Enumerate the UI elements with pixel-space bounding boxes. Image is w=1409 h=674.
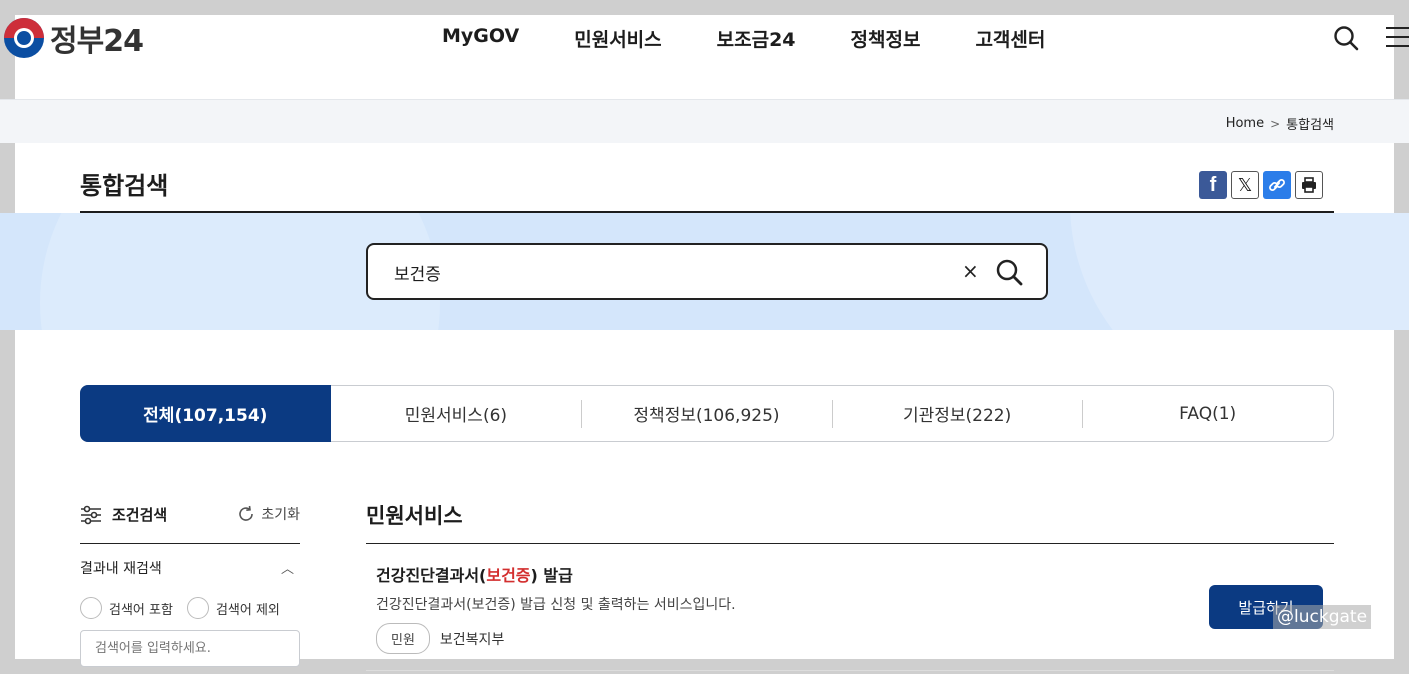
page-title: 통합검색 [80,172,169,200]
link-icon[interactable] [1263,171,1291,199]
taegeuk-logo-icon [4,18,44,58]
nav-customer-center[interactable]: 고객센터 [975,25,1045,52]
nav-mygov[interactable]: MyGOV [442,25,519,52]
filter-sliders-icon [81,505,101,524]
band-decoration [1070,213,1409,330]
nav-civil-service[interactable]: 민원서비스 [574,25,661,52]
filter-header: 조건검색 초기화 [80,504,300,544]
reset-label: 초기화 [261,507,300,523]
include-label: 검색어 포함 [109,602,173,618]
result-description: 건강진단결과서(보건증) 발급 신청 및 출력하는 서비스입니다. [376,597,736,613]
breadcrumb-current: 통합검색 [1286,118,1334,133]
clear-icon[interactable]: × [962,259,979,283]
agency-name: 보건복지부 [439,631,505,648]
refine-search-toggle[interactable]: 결과내 재검색 ︿ [80,558,300,578]
refine-options: 검색어 포함 검색어 제외 [80,597,280,619]
x-twitter-icon[interactable]: 𝕏 [1231,171,1259,199]
filter-title-text: 조건검색 [112,506,168,524]
refine-label: 결과내 재검색 [80,561,162,577]
exclude-radio[interactable] [186,597,209,619]
tab-civil-service[interactable]: 민원서비스(6) [331,386,582,441]
print-icon[interactable] [1295,171,1323,199]
filter-title: 조건검색 [80,504,167,525]
breadcrumb-bar: Home > 통합검색 [0,99,1409,143]
breadcrumb-home[interactable]: Home [1226,116,1264,131]
section-divider [366,543,1334,544]
main-nav: MyGOV 민원서비스 보조금24 정책정보 고객센터 [442,25,1045,52]
result-meta: 민원 보건복지부 [376,623,1334,654]
site-logo[interactable]: 정부24 [4,16,144,60]
nav-subsidy24[interactable]: 보조금24 [717,25,796,52]
result-title[interactable]: 건강진단결과서(보건증) 발급 [376,562,1334,586]
site-header: 정부24 MyGOV 민원서비스 보조금24 정책정보 고객센터 [0,0,1409,100]
chevron-right-icon: > [1270,116,1281,131]
option-include[interactable]: 검색어 포함 [80,597,173,619]
breadcrumb: Home > 통합검색 [1226,114,1334,133]
tab-policy-info[interactable]: 정책정보(106,925) [581,386,832,441]
result-item: 건강진단결과서(보건증) 발급 건강진단결과서(보건증) 발급 신청 및 출력하… [376,562,1334,654]
result-title-part: 건강진단결과서( [376,566,487,585]
facebook-icon[interactable]: f [1199,171,1227,199]
result-title-highlight: 보건증 [486,566,531,585]
tab-all[interactable]: 전체(107,154) [80,385,331,442]
exclude-label: 검색어 제외 [215,602,280,618]
nav-policy-info[interactable]: 정책정보 [851,25,921,52]
search-box: × [366,243,1048,300]
result-divider [366,670,1334,671]
result-title-part: ) 발급 [530,566,573,585]
tab-faq[interactable]: FAQ(1) [1082,386,1333,441]
menu-icon[interactable] [1386,27,1409,49]
include-radio[interactable] [80,597,102,619]
watermark: @luckgate [1273,605,1372,629]
category-badge: 민원 [376,623,430,654]
chevron-up-icon: ︿ [280,562,294,577]
share-buttons: f 𝕏 [1199,171,1323,199]
reset-button[interactable]: 초기화 [237,504,300,524]
search-icon[interactable] [1333,25,1359,51]
option-exclude[interactable]: 검색어 제외 [186,597,280,619]
search-submit-icon[interactable] [995,258,1023,286]
refresh-icon [239,505,254,521]
section-title: 민원서비스 [366,504,463,528]
logo-text: 정부24 [50,24,144,59]
search-input[interactable] [394,259,934,285]
refine-search-input[interactable] [80,630,300,667]
result-tabs: 전체(107,154) 민원서비스(6) 정책정보(106,925) 기관정보(… [80,385,1334,442]
tab-agency-info[interactable]: 기관정보(222) [831,386,1083,441]
